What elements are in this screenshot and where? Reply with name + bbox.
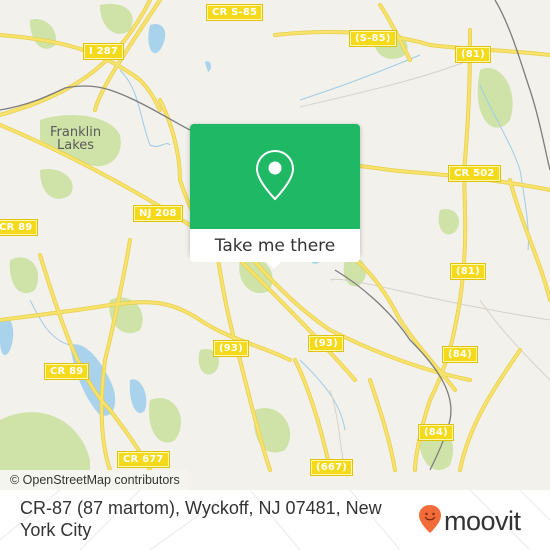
road-label-667: (667) [309, 459, 354, 476]
brand-name: moovit [444, 505, 521, 536]
address-text: CR-87 (87 martom), Wyckoff, NJ 07481, Ne… [20, 498, 382, 540]
minor-roads [299, 59, 550, 471]
location-popup: Take me there [190, 124, 360, 269]
popup-header [190, 124, 360, 229]
place-label-text: Franklin Lakes [50, 125, 102, 153]
moovit-smiley-pin-icon [418, 504, 442, 538]
road-label-93-left: (93) [213, 340, 249, 357]
road-label-84-bottom: (84) [418, 424, 454, 441]
road-label-81-mid: (81) [450, 263, 486, 280]
road-label-cr-s85: CR S-85 [205, 4, 264, 21]
road-label-cr502: CR 502 [448, 165, 501, 182]
road-label-cr677: CR 677 [117, 451, 170, 468]
take-me-there-button[interactable]: Take me there [190, 229, 360, 262]
road-label-cr89-left: CR 89 [0, 219, 39, 236]
moovit-logo[interactable]: moovit [418, 504, 521, 538]
place-label-franklin-lakes: Franklin Lakes [50, 126, 101, 152]
road-label-93-right: (93) [308, 335, 344, 352]
map-attribution[interactable]: © OpenStreetMap contributors [0, 470, 188, 490]
road-label-84-top: (84) [442, 346, 478, 363]
road-label-81-top: (81) [455, 46, 491, 63]
popup-pointer [266, 261, 282, 269]
road-label-nj208: NJ 208 [133, 205, 183, 222]
map-pin-icon [255, 149, 295, 205]
road-label-s85: (S-85) [349, 30, 397, 47]
road-label-cr89: CR 89 [43, 363, 90, 380]
road-label-i287: I 287 [82, 43, 125, 60]
